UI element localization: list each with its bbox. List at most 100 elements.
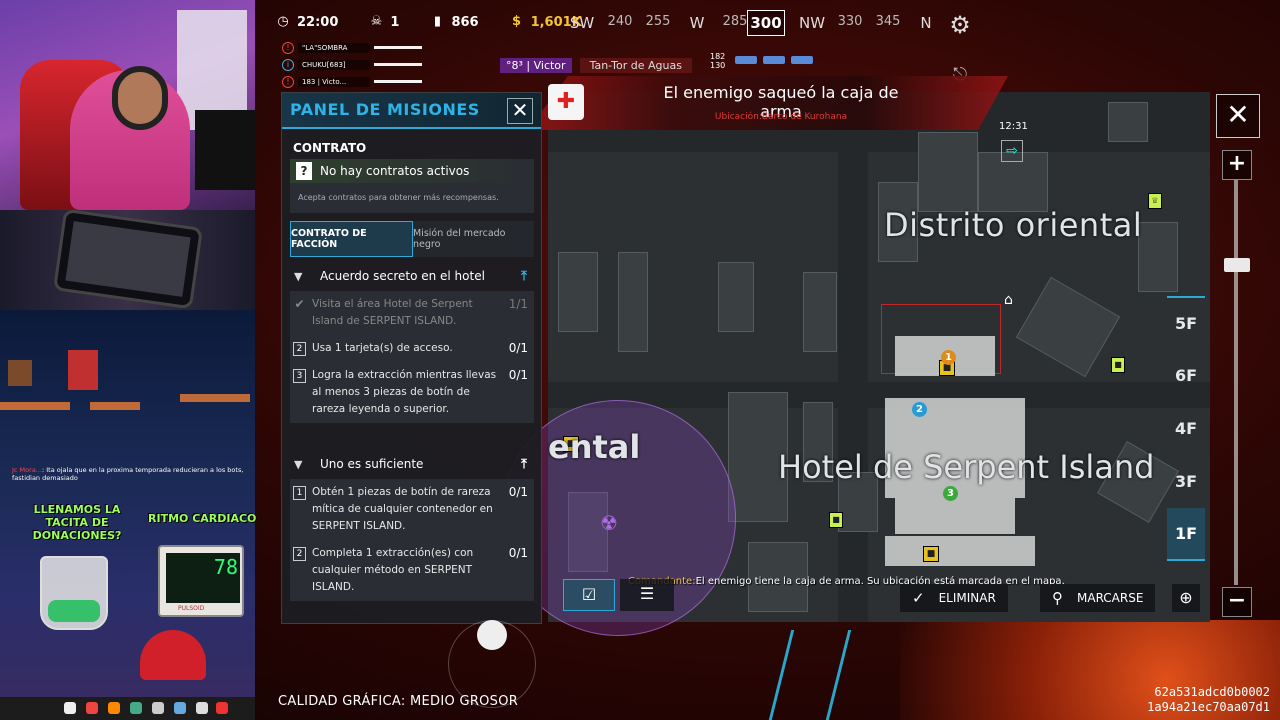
taskbar-icon[interactable] <box>130 702 142 714</box>
objective-number-2[interactable]: 2 <box>912 402 927 417</box>
objective-item: ✔ Visita el área Hotel de Serpent Island… <box>290 291 534 335</box>
compass-mark: W <box>689 14 705 32</box>
alert-icon: ! <box>282 75 294 88</box>
floor-1f[interactable]: 1F <box>1167 508 1205 561</box>
chat-text: : Ita ojala que en la proxima temporada … <box>12 466 244 482</box>
hud-stats: ◷ 22:00 ☠ 1 ▮ 866 $1,601K <box>275 8 608 36</box>
location-pin-icon: ⚲ <box>1052 589 1063 607</box>
compass-mark: 240 <box>607 14 633 29</box>
zoom-slider[interactable] <box>1234 180 1238 585</box>
taskbar-icon[interactable] <box>216 702 228 714</box>
ammo-count: ▮ 866 <box>429 14 479 30</box>
taskbar-icon[interactable] <box>174 702 186 714</box>
taskbar-icon[interactable] <box>152 702 164 714</box>
compass-mark: SW <box>569 14 595 32</box>
donation-mug <box>40 556 108 630</box>
info-icon: i <box>282 58 294 71</box>
dollar-icon: $ <box>512 14 522 29</box>
floor-3f[interactable]: 3F <box>1167 455 1205 508</box>
game-screen: Jc Mora...: Ita ojala que en la proxima … <box>0 0 1280 720</box>
map-building <box>918 132 978 212</box>
map-building <box>1108 102 1148 142</box>
runner-icon[interactable]: ⇨ <box>1001 140 1023 162</box>
objective-number: 2 <box>293 547 306 561</box>
mission-header[interactable]: ▼ Uno es suficiente ⤒ <box>290 452 534 476</box>
killer-name: °8³ | Victor <box>500 58 572 73</box>
squad-member-name: CHUKU[683] <box>298 59 370 70</box>
objective-progress: 0/1 <box>508 341 528 355</box>
zoom-out-button[interactable]: − <box>1222 587 1252 617</box>
contract-label: CONTRATO <box>293 141 367 155</box>
hotel-floorplan[interactable] <box>881 304 1035 568</box>
clipboard-button[interactable]: ☑ <box>563 579 615 611</box>
hotel-wing <box>885 536 1035 566</box>
missions-panel: PANEL DE MISIONES ✕ CONTRATO ? No hay co… <box>281 92 542 624</box>
zoom-in-button[interactable]: + <box>1222 150 1252 180</box>
district-label: Distrito oriental <box>884 206 1143 244</box>
hands-cam <box>0 210 255 310</box>
contract-status: ? No hay contratos activos <box>290 159 534 183</box>
map-building <box>718 262 754 332</box>
squad-member-name: 183 | Victo... <box>298 76 370 87</box>
chat-username: Jc Mora... <box>12 466 42 474</box>
objective-number-3[interactable]: 3 <box>943 486 958 501</box>
list-button[interactable]: ☰ <box>620 579 674 611</box>
match-time: ◷ 22:00 <box>275 14 338 30</box>
pixel-character <box>68 350 98 390</box>
joystick-knob[interactable] <box>477 620 507 650</box>
taskbar-icon[interactable] <box>108 702 120 714</box>
taskbar-icon[interactable] <box>64 702 76 714</box>
objective-number-1[interactable]: 1 <box>941 350 956 365</box>
faction-wing-icon: ▼ <box>294 457 303 471</box>
mission-header[interactable]: ▼ Acuerdo secreto en el hotel ⤒ <box>290 264 534 288</box>
map-building <box>558 252 598 332</box>
pinned-icon[interactable]: ⤒ <box>514 269 534 284</box>
floor-5f[interactable]: 5F <box>1167 296 1205 349</box>
tablet-device <box>52 210 204 310</box>
question-icon: ? <box>296 162 312 180</box>
eliminate-button[interactable]: ✓ ELIMINAR <box>900 584 1008 612</box>
clock-icon: ◷ <box>277 14 289 29</box>
objective-item: 3 Logra la extracción mientras llevas al… <box>290 362 534 423</box>
bpm-value: 78 <box>213 555 238 579</box>
contract-hint: Acepta contratos para obtener más recomp… <box>298 193 499 202</box>
compass-mark: NW <box>798 14 826 32</box>
extract-icon[interactable]: ■ <box>1111 357 1125 373</box>
movement-joystick[interactable] <box>444 620 540 708</box>
floor-4f[interactable]: 4F <box>1167 402 1205 455</box>
partial-district-label: ental <box>548 428 641 466</box>
faction-wing-icon: ▼ <box>294 269 303 283</box>
pixel-platform <box>0 402 70 410</box>
objective-item: 1 Obtén 1 piezas de botín de rareza míti… <box>290 479 534 540</box>
crosshair-icon[interactable]: ⊕ <box>1172 584 1200 612</box>
objective-text: Visita el área Hotel de Serpent Island d… <box>312 298 473 327</box>
zoom-slider-handle[interactable] <box>1224 258 1250 272</box>
floor-selector: 5F 6F 4F 3F 1F <box>1167 296 1205 568</box>
taskbar-icon[interactable] <box>86 702 98 714</box>
crown-icon[interactable]: ♕ <box>1148 193 1162 209</box>
donation-fill <box>48 600 100 622</box>
tab-faction-contract[interactable]: CONTRATO DE FACCIÓN <box>290 221 413 257</box>
tab-black-market[interactable]: Misión del mercado negro <box>413 221 534 257</box>
squad-member: i CHUKU[683] <box>282 57 422 72</box>
close-map-icon[interactable]: ✕ <box>1216 94 1260 138</box>
map-building <box>803 272 837 352</box>
kill-feed: °8³ | Victor Tan-Tor de Aguas <box>500 57 692 74</box>
gear-icon[interactable]: ⚙ <box>945 10 975 40</box>
floor-6f[interactable]: 6F <box>1167 349 1205 402</box>
team-bar <box>735 56 757 64</box>
mission-objectives: 1 Obtén 1 piezas de botín de rareza míti… <box>290 479 534 601</box>
close-icon[interactable]: ✕ <box>507 98 533 124</box>
pin-toggle-icon[interactable]: ⤒ <box>514 457 534 472</box>
enemy-alert-banner: ✚ El enemigo saqueó la caja de arma Ubic… <box>528 76 1008 130</box>
extract-icon[interactable]: ■ <box>829 512 843 528</box>
ammo-icon: ▮ <box>433 14 442 29</box>
mission-title: Uno es suficiente <box>320 457 424 471</box>
chat-message: Jc Mora...: Ita ojala que en la proxima … <box>12 466 247 482</box>
squad-list: ! "LA"SOMBRA i CHUKU[683] ! 183 | Victo.… <box>282 40 422 91</box>
environment-light <box>768 630 852 720</box>
panel-header: PANEL DE MISIONES ✕ <box>282 93 541 129</box>
objective-marker[interactable]: ■ <box>923 546 939 562</box>
taskbar-icon[interactable] <box>196 702 208 714</box>
mark-button[interactable]: ⚲ MARCARSE <box>1040 584 1156 612</box>
